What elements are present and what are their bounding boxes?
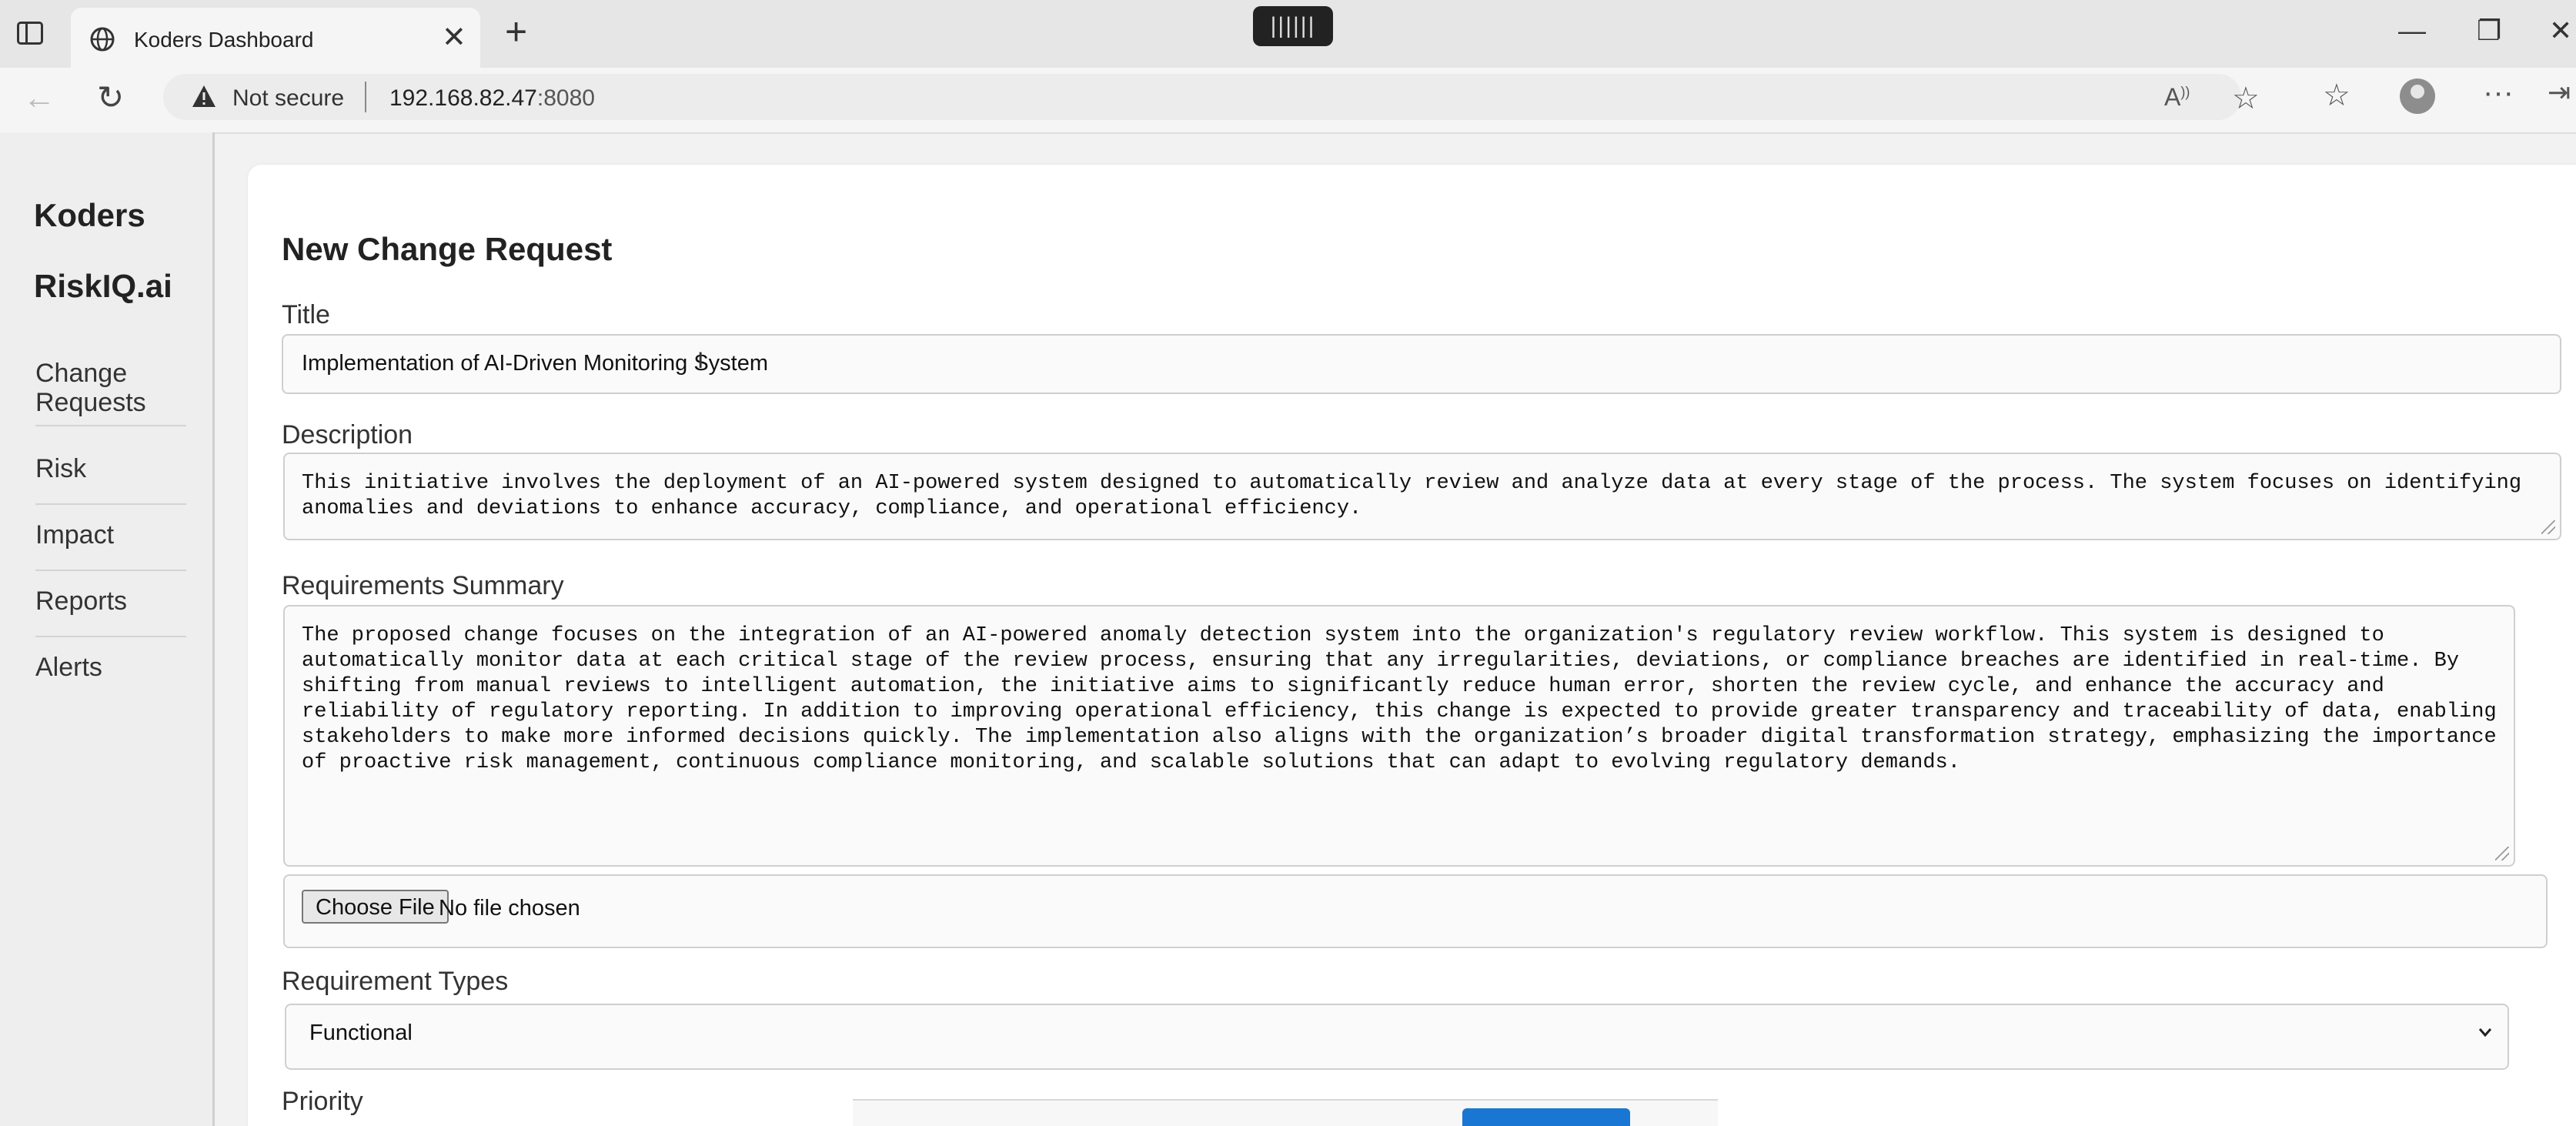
favorite-star-icon[interactable]: ☆ bbox=[2232, 83, 2260, 114]
back-button[interactable]: ← bbox=[23, 82, 55, 114]
read-aloud-icon[interactable]: A)) bbox=[2164, 85, 2190, 109]
description-textarea[interactable]: This initiative involves the deployment … bbox=[283, 453, 2561, 540]
restore-window-button[interactable]: ❐ bbox=[2477, 17, 2501, 45]
title-label: Title bbox=[282, 300, 330, 329]
sidebar-toggle-icon[interactable]: ⇥ bbox=[2548, 79, 2571, 106]
new-tab-button[interactable]: + bbox=[505, 12, 527, 51]
requirements-summary-label: Requirements Summary bbox=[282, 571, 564, 600]
sidebar-divider bbox=[35, 570, 186, 571]
sidebar-item-risk[interactable]: Risk bbox=[35, 454, 186, 483]
url-separator bbox=[365, 82, 366, 112]
requirement-types-select[interactable]: Functional bbox=[285, 1004, 2509, 1070]
warning-icon bbox=[192, 85, 216, 107]
primary-action-button[interactable] bbox=[1462, 1108, 1630, 1126]
security-status[interactable]: Not secure bbox=[232, 85, 344, 112]
browser-tab-active[interactable]: Koders Dashboard ✕ bbox=[71, 8, 480, 68]
requirements-summary-value: The proposed change focuses on the integ… bbox=[302, 624, 2497, 774]
chevron-down-icon bbox=[2478, 1028, 2492, 1037]
browser-tab-strip: Koders Dashboard ✕ + |||||| — ❐ ✕ bbox=[0, 0, 2576, 68]
description-textarea-value: This initiative involves the deployment … bbox=[302, 472, 2522, 520]
sidebar-divider bbox=[35, 503, 186, 505]
tab-close-icon[interactable]: ✕ bbox=[442, 23, 466, 52]
app-sidebar: Koders RiskIQ.ai Change Requests Risk Im… bbox=[0, 132, 215, 1126]
sidebar-item-impact[interactable]: Impact bbox=[35, 520, 186, 550]
url-text[interactable]: 192.168.82.47:8080 bbox=[389, 85, 595, 112]
priority-label: Priority bbox=[282, 1087, 363, 1116]
screen: Koders Dashboard ✕ + |||||| — ❐ ✕ ← ↻ No… bbox=[0, 0, 2576, 1126]
sidebar-item-change-requests[interactable]: Change Requests bbox=[35, 359, 186, 417]
profile-avatar[interactable] bbox=[2400, 79, 2435, 114]
browser-toolbar: ← ↻ Not secure 192.168.82.47:8080 A)) ☆ … bbox=[0, 68, 2576, 134]
favorites-list-icon[interactable]: ☆ bbox=[2323, 80, 2350, 111]
requirement-types-selected: Functional bbox=[309, 1021, 413, 1045]
resize-grip-icon[interactable] bbox=[2495, 847, 2509, 860]
page-title: New Change Request bbox=[282, 231, 613, 267]
more-options-icon[interactable]: ··· bbox=[2483, 77, 2514, 108]
sidebar-item-reports[interactable]: Reports bbox=[35, 586, 186, 616]
reload-button[interactable]: ↻ bbox=[97, 82, 124, 114]
resize-grip-icon[interactable] bbox=[2541, 520, 2555, 534]
brand-name: Koders bbox=[34, 197, 145, 233]
sidebar-divider bbox=[35, 425, 186, 426]
requirement-types-label: Requirement Types bbox=[282, 967, 509, 996]
file-status-text: No file chosen bbox=[439, 896, 580, 921]
url-port: :8080 bbox=[536, 85, 595, 111]
brand-product: RiskIQ.ai bbox=[34, 268, 172, 304]
title-input[interactable]: Implementation of AI-Driven Monitoring S… bbox=[282, 334, 2561, 394]
url-host: 192.168.82.47 bbox=[389, 85, 537, 111]
minimize-window-button[interactable]: — bbox=[2398, 17, 2426, 45]
sidebar-divider bbox=[35, 636, 186, 637]
globe-icon bbox=[90, 27, 115, 52]
close-window-button[interactable]: ✕ bbox=[2549, 17, 2572, 45]
file-upload-field: Choose File No file chosen bbox=[283, 874, 2548, 948]
tab-title: Koders Dashboard bbox=[134, 28, 314, 52]
address-bar[interactable]: Not secure 192.168.82.47:8080 A)) ☆ bbox=[163, 74, 2260, 120]
requirements-summary-textarea[interactable]: The proposed change focuses on the integ… bbox=[283, 605, 2515, 867]
description-label: Description bbox=[282, 420, 413, 449]
tab-actions-icon[interactable] bbox=[17, 22, 43, 45]
sidebar-item-alerts[interactable]: Alerts bbox=[35, 653, 186, 682]
window-drag-handle-icon[interactable]: |||||| bbox=[1253, 6, 1333, 46]
choose-file-button[interactable]: Choose File bbox=[302, 890, 449, 924]
text-cursor-icon: I bbox=[697, 348, 704, 373]
